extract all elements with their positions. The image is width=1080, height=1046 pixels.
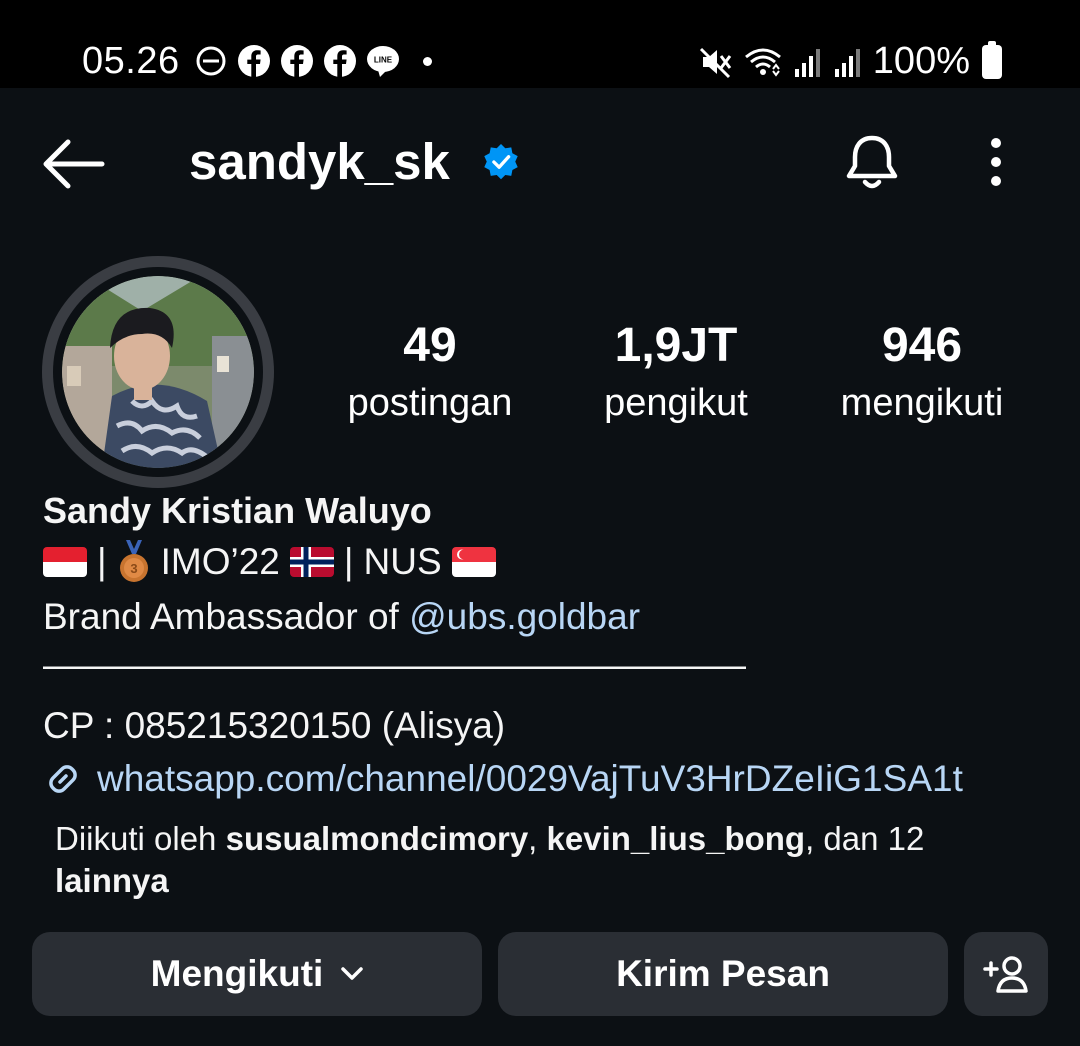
norway-flag-icon (289, 547, 334, 577)
followed-user-1: susualmondcimory (225, 820, 529, 857)
bio-url-link[interactable]: whatsapp.com/channel/0029VajTuV3HrDZeIiG… (97, 758, 963, 800)
svg-text:LINE: LINE (374, 56, 393, 65)
bio-brand-line: Brand Ambassador of @ubs.goldbar (43, 596, 640, 638)
facebook-icon (281, 45, 313, 77)
followed-user-2: kevin_lius_bong (546, 820, 806, 857)
stat-following[interactable]: 946 mengikuti (822, 318, 1022, 432)
bell-icon[interactable] (842, 132, 902, 194)
bio-nus: NUS (363, 541, 442, 582)
suggested-users-button[interactable] (964, 932, 1048, 1016)
line-icon: LINE (367, 46, 399, 77)
wifi-icon (744, 48, 781, 77)
brand-mention-link[interactable]: @ubs.goldbar (409, 596, 640, 637)
bio-brand-prefix: Brand Ambassador of (43, 596, 399, 637)
bio-separator: | (97, 541, 107, 582)
add-person-icon (983, 956, 1028, 993)
status-notification-icons: LINE (194, 44, 432, 78)
battery-percent: 100% (872, 40, 970, 82)
bio-link-row[interactable]: whatsapp.com/channel/0029VajTuV3HrDZeIiG… (43, 758, 963, 800)
send-message-button[interactable]: Kirim Pesan (498, 932, 948, 1016)
signal-icon (834, 48, 860, 77)
bio-flags-line: | 3 IMO’22 | NUS (43, 540, 496, 584)
followed-comma: , (528, 820, 538, 857)
facebook-icon (324, 45, 356, 77)
status-bar: 05.26 LINE 100% (0, 0, 1080, 88)
followers-count: 1,9JT (614, 319, 738, 372)
following-button-label: Mengikuti (150, 953, 324, 994)
avatar[interactable] (62, 276, 254, 468)
facebook-icon (238, 45, 270, 77)
followed-by-text[interactable]: Diikuti oleh susualmondcimory, kevin_liu… (55, 818, 985, 902)
battery-icon (982, 40, 1002, 79)
send-message-label: Kirim Pesan (616, 953, 830, 994)
followed-prefix: Diikuti oleh (55, 820, 217, 857)
stat-followers[interactable]: 1,9JT pengikut (576, 318, 776, 432)
svg-text:3: 3 (130, 561, 137, 576)
stat-posts[interactable]: 49 postingan (330, 318, 530, 432)
chevron-down-icon (341, 967, 364, 980)
bio-imo: IMO’22 (160, 541, 280, 582)
do-not-disturb-icon (196, 46, 226, 76)
followed-middle: , dan 12 (805, 820, 925, 857)
indonesia-flag-icon (43, 547, 87, 577)
profile-full-name: Sandy Kristian Waluyo (43, 490, 432, 531)
bronze-medal-icon: 3 (119, 540, 148, 582)
following-count: 946 (881, 319, 963, 372)
status-system-icons: 100% (699, 40, 1002, 83)
following-label: mengikuti (840, 382, 1004, 424)
bio-separator: | (343, 541, 354, 582)
back-arrow-icon[interactable] (40, 134, 106, 194)
singapore-flag-icon (451, 547, 496, 577)
bio-contact: CP : 085215320150 (Alisya) (43, 705, 506, 746)
followers-label: pengikut (604, 382, 748, 424)
more-notifications-dot (423, 56, 432, 66)
posts-label: postingan (347, 382, 513, 424)
more-vertical-icon[interactable] (978, 135, 1014, 189)
status-time: 05.26 (82, 40, 180, 82)
verified-badge-icon (484, 143, 518, 180)
posts-count: 49 (403, 319, 457, 372)
bio-divider: ——————————————————— (43, 644, 746, 685)
link-icon (49, 765, 77, 793)
signal-icon (794, 48, 820, 77)
following-button[interactable]: Mengikuti (32, 932, 482, 1016)
followed-suffix: lainnya (55, 862, 169, 899)
mute-icon (699, 47, 731, 78)
profile-username: sandyk_sk (189, 133, 450, 190)
